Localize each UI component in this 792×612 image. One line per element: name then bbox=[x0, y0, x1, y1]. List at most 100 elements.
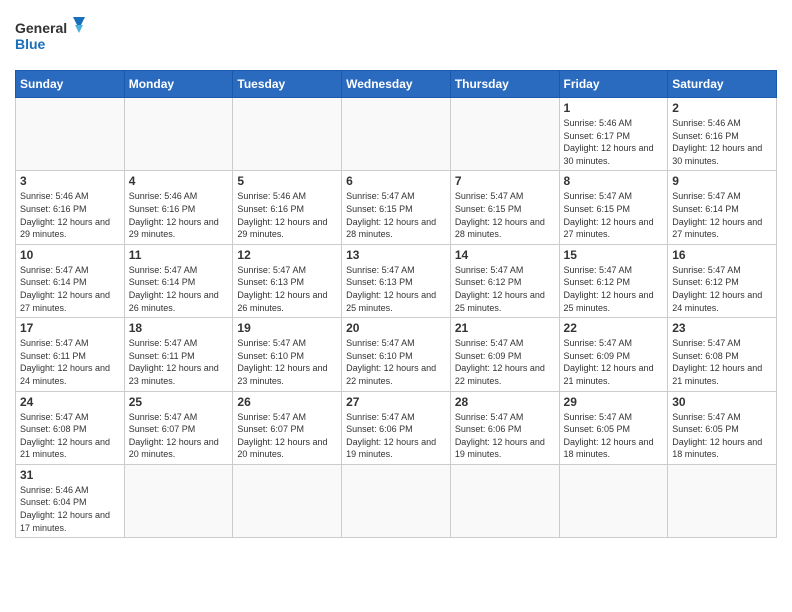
table-row: 31 Sunrise: 5:46 AM Sunset: 6:04 PM Dayli… bbox=[16, 464, 125, 537]
table-row: 9 Sunrise: 5:47 AM Sunset: 6:14 PM Daylig… bbox=[668, 171, 777, 244]
day-info: Sunrise: 5:47 AM Sunset: 6:14 PM Dayligh… bbox=[129, 264, 229, 314]
table-row: 20Sunrise: 5:47 AM Sunset: 6:10 PM Dayli… bbox=[342, 318, 451, 391]
day-number: 8 bbox=[564, 174, 664, 188]
table-row bbox=[450, 98, 559, 171]
table-row: 17 Sunrise: 5:47 AM Sunset: 6:11 PM Dayli… bbox=[16, 318, 125, 391]
day-number: 15 bbox=[564, 248, 664, 262]
logo: General Blue bbox=[15, 15, 85, 60]
day-number: 26 bbox=[237, 395, 337, 409]
day-number: 6 bbox=[346, 174, 446, 188]
day-number: 10 bbox=[20, 248, 120, 262]
day-info: Sunrise: 5:47 AM Sunset: 6:14 PM Dayligh… bbox=[20, 264, 120, 314]
table-row: 7Sunrise: 5:47 AM Sunset: 6:15 PM Daylig… bbox=[450, 171, 559, 244]
calendar-week-row: 24Sunrise: 5:47 AM Sunset: 6:08 PM Dayli… bbox=[16, 391, 777, 464]
day-number: 18 bbox=[129, 321, 229, 335]
table-row: 6 Sunrise: 5:47 AM Sunset: 6:15 PM Daylig… bbox=[342, 171, 451, 244]
header-saturday: Saturday bbox=[668, 71, 777, 98]
table-row bbox=[124, 464, 233, 537]
table-row bbox=[342, 98, 451, 171]
day-info: Sunrise: 5:47 AM Sunset: 6:06 PM Dayligh… bbox=[346, 411, 446, 461]
day-number: 3 bbox=[20, 174, 120, 188]
day-number: 24 bbox=[20, 395, 120, 409]
day-info: Sunrise: 5:47 AM Sunset: 6:06 PM Dayligh… bbox=[455, 411, 555, 461]
table-row: 16Sunrise: 5:47 AM Sunset: 6:12 PM Dayli… bbox=[668, 244, 777, 317]
day-number: 17 bbox=[20, 321, 120, 335]
day-info: Sunrise: 5:47 AM Sunset: 6:15 PM Dayligh… bbox=[346, 190, 446, 240]
table-row: 27 Sunrise: 5:47 AM Sunset: 6:06 PM Dayli… bbox=[342, 391, 451, 464]
day-number: 20 bbox=[346, 321, 446, 335]
day-info: Sunrise: 5:47 AM Sunset: 6:13 PM Dayligh… bbox=[237, 264, 337, 314]
table-row: 23Sunrise: 5:47 AM Sunset: 6:08 PM Dayli… bbox=[668, 318, 777, 391]
day-number: 30 bbox=[672, 395, 772, 409]
day-number: 16 bbox=[672, 248, 772, 262]
day-info: Sunrise: 5:47 AM Sunset: 6:08 PM Dayligh… bbox=[672, 337, 772, 387]
day-number: 27 bbox=[346, 395, 446, 409]
day-info: Sunrise: 5:46 AM Sunset: 6:16 PM Dayligh… bbox=[672, 117, 772, 167]
header-tuesday: Tuesday bbox=[233, 71, 342, 98]
table-row: 18 Sunrise: 5:47 AM Sunset: 6:11 PM Dayli… bbox=[124, 318, 233, 391]
table-row: 26 Sunrise: 5:47 AM Sunset: 6:07 PM Dayli… bbox=[233, 391, 342, 464]
calendar-week-row: 31 Sunrise: 5:46 AM Sunset: 6:04 PM Dayli… bbox=[16, 464, 777, 537]
table-row: 10 Sunrise: 5:47 AM Sunset: 6:14 PM Dayli… bbox=[16, 244, 125, 317]
table-row bbox=[16, 98, 125, 171]
day-info: Sunrise: 5:47 AM Sunset: 6:12 PM Dayligh… bbox=[455, 264, 555, 314]
day-info: Sunrise: 5:47 AM Sunset: 6:14 PM Dayligh… bbox=[672, 190, 772, 240]
day-info: Sunrise: 5:47 AM Sunset: 6:09 PM Dayligh… bbox=[564, 337, 664, 387]
header-sunday: Sunday bbox=[16, 71, 125, 98]
table-row: 19Sunrise: 5:47 AM Sunset: 6:10 PM Dayli… bbox=[233, 318, 342, 391]
calendar-week-row: 17 Sunrise: 5:47 AM Sunset: 6:11 PM Dayli… bbox=[16, 318, 777, 391]
table-row: 13 Sunrise: 5:47 AM Sunset: 6:13 PM Dayli… bbox=[342, 244, 451, 317]
day-info: Sunrise: 5:47 AM Sunset: 6:07 PM Dayligh… bbox=[237, 411, 337, 461]
table-row: 5Sunrise: 5:46 AM Sunset: 6:16 PM Daylig… bbox=[233, 171, 342, 244]
day-number: 2 bbox=[672, 101, 772, 115]
table-row: 11 Sunrise: 5:47 AM Sunset: 6:14 PM Dayli… bbox=[124, 244, 233, 317]
table-row: 15 Sunrise: 5:47 AM Sunset: 6:12 PM Dayli… bbox=[559, 244, 668, 317]
day-info: Sunrise: 5:46 AM Sunset: 6:04 PM Dayligh… bbox=[20, 484, 120, 534]
svg-text:Blue: Blue bbox=[15, 36, 46, 52]
table-row: 28 Sunrise: 5:47 AM Sunset: 6:06 PM Dayli… bbox=[450, 391, 559, 464]
table-row bbox=[450, 464, 559, 537]
day-number: 4 bbox=[129, 174, 229, 188]
day-info: Sunrise: 5:47 AM Sunset: 6:13 PM Dayligh… bbox=[346, 264, 446, 314]
day-info: Sunrise: 5:47 AM Sunset: 6:07 PM Dayligh… bbox=[129, 411, 229, 461]
day-info: Sunrise: 5:46 AM Sunset: 6:17 PM Dayligh… bbox=[564, 117, 664, 167]
table-row bbox=[124, 98, 233, 171]
table-row bbox=[559, 464, 668, 537]
calendar-week-row: 1 Sunrise: 5:46 AM Sunset: 6:17 PM Daylig… bbox=[16, 98, 777, 171]
calendar-table: Sunday Monday Tuesday Wednesday Thursday… bbox=[15, 70, 777, 538]
day-number: 13 bbox=[346, 248, 446, 262]
day-info: Sunrise: 5:47 AM Sunset: 6:11 PM Dayligh… bbox=[20, 337, 120, 387]
day-info: Sunrise: 5:46 AM Sunset: 6:16 PM Dayligh… bbox=[129, 190, 229, 240]
day-info: Sunrise: 5:47 AM Sunset: 6:11 PM Dayligh… bbox=[129, 337, 229, 387]
day-number: 22 bbox=[564, 321, 664, 335]
table-row: 24Sunrise: 5:47 AM Sunset: 6:08 PM Dayli… bbox=[16, 391, 125, 464]
table-row: 3Sunrise: 5:46 AM Sunset: 6:16 PM Daylig… bbox=[16, 171, 125, 244]
day-number: 29 bbox=[564, 395, 664, 409]
day-number: 9 bbox=[672, 174, 772, 188]
day-number: 31 bbox=[20, 468, 120, 482]
header-wednesday: Wednesday bbox=[342, 71, 451, 98]
table-row: 30Sunrise: 5:47 AM Sunset: 6:05 PM Dayli… bbox=[668, 391, 777, 464]
day-number: 5 bbox=[237, 174, 337, 188]
day-number: 1 bbox=[564, 101, 664, 115]
table-row: 22 Sunrise: 5:47 AM Sunset: 6:09 PM Dayli… bbox=[559, 318, 668, 391]
table-row: 29Sunrise: 5:47 AM Sunset: 6:05 PM Dayli… bbox=[559, 391, 668, 464]
day-number: 28 bbox=[455, 395, 555, 409]
day-number: 7 bbox=[455, 174, 555, 188]
day-info: Sunrise: 5:47 AM Sunset: 6:12 PM Dayligh… bbox=[564, 264, 664, 314]
table-row: 4 Sunrise: 5:46 AM Sunset: 6:16 PM Daylig… bbox=[124, 171, 233, 244]
table-row bbox=[668, 464, 777, 537]
calendar-week-row: 3 Sunrise: 5:46 AM Sunset: 6:16 PM Daylig… bbox=[16, 171, 777, 244]
header-monday: Monday bbox=[124, 71, 233, 98]
svg-text:General: General bbox=[15, 20, 67, 36]
weekday-header-row: Sunday Monday Tuesday Wednesday Thursday… bbox=[16, 71, 777, 98]
header: General Blue bbox=[15, 15, 777, 60]
day-number: 21 bbox=[455, 321, 555, 335]
day-number: 12 bbox=[237, 248, 337, 262]
header-friday: Friday bbox=[559, 71, 668, 98]
table-row: 14Sunrise: 5:47 AM Sunset: 6:12 PM Dayli… bbox=[450, 244, 559, 317]
table-row: 1 Sunrise: 5:46 AM Sunset: 6:17 PM Daylig… bbox=[559, 98, 668, 171]
day-number: 11 bbox=[129, 248, 229, 262]
table-row bbox=[233, 464, 342, 537]
day-number: 19 bbox=[237, 321, 337, 335]
